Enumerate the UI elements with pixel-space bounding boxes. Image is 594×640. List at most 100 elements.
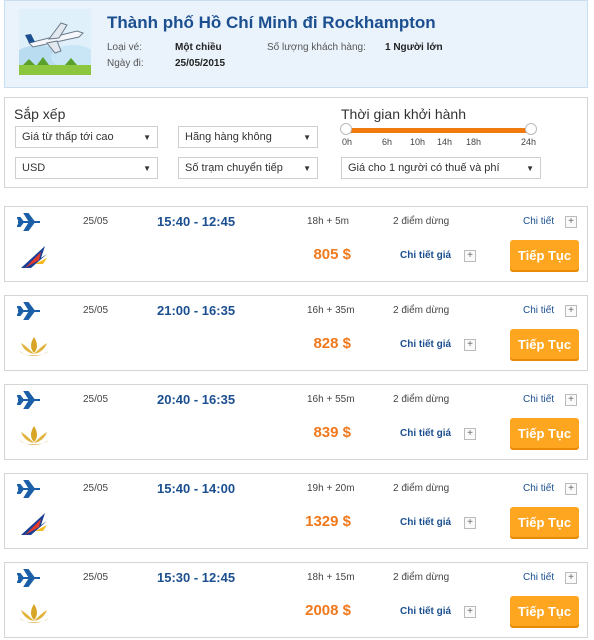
swallow-airline-logo — [21, 513, 47, 535]
expand-plus-icon[interactable]: + — [565, 572, 577, 584]
date-label: Ngày đi: — [107, 58, 144, 69]
flight-stops: 2 điểm dừng — [393, 394, 450, 405]
expand-plus-icon[interactable]: + — [464, 517, 476, 529]
passengers-value: 1 Người lớn — [385, 42, 443, 53]
flight-result-card: 25/05 20:40 - 16:35 16h + 55m 2 điểm dừn… — [4, 384, 588, 460]
tick-label: 14h — [437, 137, 453, 147]
trip-type-value: Một chiều — [175, 42, 222, 53]
continue-button[interactable]: Tiếp Tục — [510, 596, 579, 628]
price-detail-link[interactable]: Chi tiết giá — [400, 339, 451, 350]
continue-button[interactable]: Tiếp Tục — [510, 240, 579, 272]
airplane-icon — [17, 391, 40, 409]
flight-result-card: 25/05 15:40 - 12:45 18h + 5m 2 điểm dừng… — [4, 206, 588, 282]
flight-price: 839 $ — [313, 424, 351, 441]
flight-date: 25/05 — [83, 483, 109, 494]
price-detail-link[interactable]: Chi tiết giá — [400, 517, 451, 528]
flight-price: 828 $ — [313, 335, 351, 352]
departure-slider-start-handle[interactable] — [340, 123, 352, 135]
filter-panel: Sắp xếp Giá từ thấp tới cao ▼ Hãng hàng … — [4, 97, 588, 188]
departure-slider-end-handle[interactable] — [525, 123, 537, 135]
date-value: 25/05/2015 — [175, 58, 226, 69]
flight-stops: 2 điểm dừng — [393, 483, 450, 494]
swallow-airline-logo — [21, 246, 47, 268]
flight-duration: 19h + 20m — [307, 483, 355, 494]
flight-time: 21:00 - 16:35 — [157, 303, 236, 318]
expand-plus-icon[interactable]: + — [565, 216, 577, 228]
flight-result-card: 25/05 15:30 - 12:45 18h + 15m 2 điểm dừn… — [4, 562, 588, 638]
flight-stops: 2 điểm dừng — [393, 572, 450, 583]
flight-price: 2008 $ — [305, 602, 351, 619]
tick-label: 0h — [342, 137, 353, 147]
expand-plus-icon[interactable]: + — [464, 250, 476, 262]
lotus-airline-logo — [19, 604, 49, 623]
flight-price: 1329 $ — [305, 513, 351, 530]
airplane-icon — [17, 569, 40, 587]
tick-label: 6h — [382, 137, 393, 147]
price-detail-link[interactable]: Chi tiết giá — [400, 250, 451, 261]
expand-plus-icon[interactable]: + — [565, 483, 577, 495]
expand-plus-icon[interactable]: + — [464, 339, 476, 351]
departure-time-slider-track — [346, 128, 534, 133]
flight-date: 25/05 — [83, 305, 109, 316]
expand-plus-icon[interactable]: + — [464, 428, 476, 440]
transfer-select-value: Số trạm chuyển tiếp — [185, 162, 283, 174]
airplane-icon — [17, 302, 40, 320]
dropdown-arrow-icon: ▼ — [303, 164, 311, 173]
flight-detail-link[interactable]: Chi tiết — [523, 483, 554, 494]
airplane-sky-image — [19, 9, 91, 75]
route-title: Thành phố Hồ Chí Minh đi Rockhampton — [107, 13, 436, 32]
tick-label: 10h — [410, 137, 426, 147]
flight-result-card: 25/05 21:00 - 16:35 16h + 35m 2 điểm dừn… — [4, 295, 588, 371]
sort-title: Sắp xếp — [14, 106, 66, 122]
price-detail-link[interactable]: Chi tiết giá — [400, 428, 451, 439]
lotus-airline-logo — [19, 337, 49, 356]
search-summary-header: Thành phố Hồ Chí Minh đi Rockhampton Loạ… — [4, 0, 588, 88]
tick-label: 24h — [521, 137, 537, 147]
flight-date: 25/05 — [83, 572, 109, 583]
airline-select[interactable]: Hãng hàng không ▼ — [178, 126, 318, 148]
flight-duration: 16h + 55m — [307, 394, 355, 405]
flight-stops: 2 điểm dừng — [393, 305, 450, 316]
trip-type-label: Loại vé: — [107, 42, 143, 53]
flight-duration: 18h + 5m — [307, 216, 349, 227]
flight-stops: 2 điểm dừng — [393, 216, 450, 227]
flight-duration: 16h + 35m — [307, 305, 355, 316]
continue-button[interactable]: Tiếp Tục — [510, 418, 579, 450]
dropdown-arrow-icon: ▼ — [526, 164, 534, 173]
flight-detail-link[interactable]: Chi tiết — [523, 394, 554, 405]
currency-select[interactable]: USD ▼ — [15, 157, 158, 179]
passengers-label: Số lượng khách hàng: — [267, 42, 366, 53]
flight-date: 25/05 — [83, 394, 109, 405]
flight-detail-link[interactable]: Chi tiết — [523, 216, 554, 227]
price-display-select-value: Giá cho 1 người có thuế và phí — [348, 162, 500, 174]
tick-label: 18h — [466, 137, 482, 147]
price-display-select[interactable]: Giá cho 1 người có thuế và phí ▼ — [341, 157, 541, 179]
flight-time: 15:40 - 14:00 — [157, 481, 236, 496]
departure-time-title: Thời gian khởi hành — [341, 106, 466, 122]
flight-result-card: 25/05 15:40 - 14:00 19h + 20m 2 điểm dừn… — [4, 473, 588, 549]
expand-plus-icon[interactable]: + — [565, 305, 577, 317]
sort-select[interactable]: Giá từ thấp tới cao ▼ — [15, 126, 158, 148]
dropdown-arrow-icon: ▼ — [143, 133, 151, 142]
currency-select-value: USD — [22, 162, 46, 174]
airplane-icon — [17, 213, 40, 231]
price-detail-link[interactable]: Chi tiết giá — [400, 606, 451, 617]
dropdown-arrow-icon: ▼ — [143, 164, 151, 173]
continue-button[interactable]: Tiếp Tục — [510, 507, 579, 539]
airplane-icon — [17, 480, 40, 498]
airline-select-value: Hãng hàng không — [185, 131, 272, 143]
dropdown-arrow-icon: ▼ — [303, 133, 311, 142]
lotus-airline-logo — [19, 426, 49, 445]
flight-detail-link[interactable]: Chi tiết — [523, 572, 554, 583]
continue-button[interactable]: Tiếp Tục — [510, 329, 579, 361]
flight-time: 20:40 - 16:35 — [157, 392, 236, 407]
flight-detail-link[interactable]: Chi tiết — [523, 305, 554, 316]
flight-time: 15:40 - 12:45 — [157, 214, 236, 229]
flight-duration: 18h + 15m — [307, 572, 355, 583]
flight-time: 15:30 - 12:45 — [157, 570, 236, 585]
flight-date: 25/05 — [83, 216, 109, 227]
expand-plus-icon[interactable]: + — [565, 394, 577, 406]
expand-plus-icon[interactable]: + — [464, 606, 476, 618]
transfer-select[interactable]: Số trạm chuyển tiếp ▼ — [178, 157, 318, 179]
sort-select-value: Giá từ thấp tới cao — [22, 131, 114, 143]
